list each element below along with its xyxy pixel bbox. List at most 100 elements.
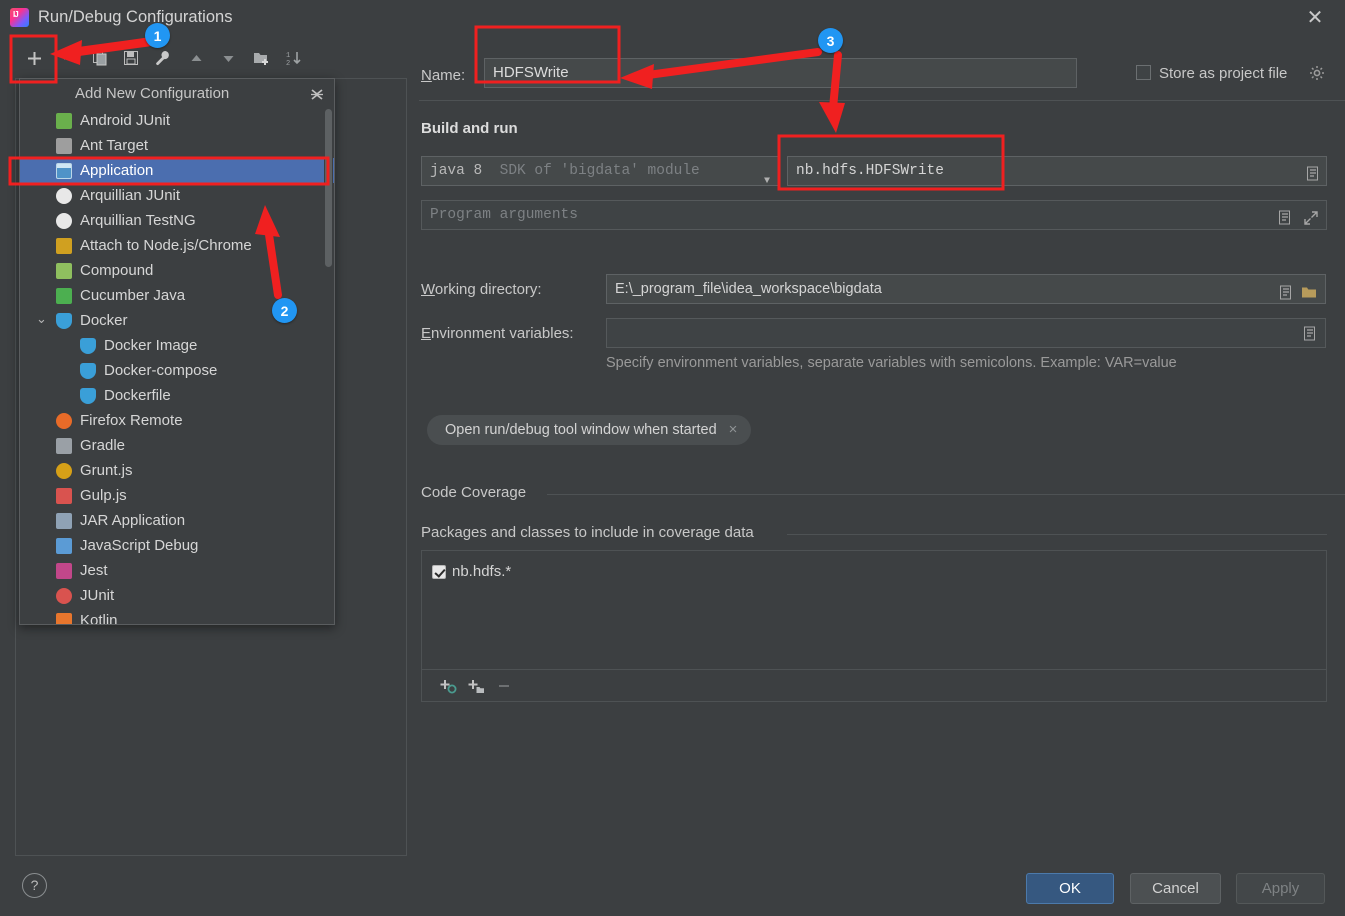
copy-configuration-button[interactable] — [86, 42, 114, 74]
configuration-type-label: Docker-compose — [104, 362, 218, 379]
apply-button[interactable]: Apply — [1236, 873, 1325, 904]
list-item[interactable]: nb.hdfs.* — [432, 563, 511, 580]
coverage-toolbar — [421, 670, 1327, 702]
cancel-button[interactable]: Cancel — [1130, 873, 1221, 904]
configuration-type-item[interactable]: Ant Target — [20, 133, 334, 158]
ant-icon — [56, 137, 72, 154]
chevron-down-icon[interactable]: ▼ — [764, 168, 770, 196]
chevron-down-icon[interactable]: ⌄ — [36, 312, 47, 326]
configuration-type-label: Gradle — [80, 437, 126, 454]
store-as-project-file-checkbox[interactable] — [1136, 65, 1151, 80]
configuration-type-item[interactable]: Application — [20, 158, 334, 183]
expand-field-icon[interactable] — [1306, 164, 1320, 181]
configuration-type-item[interactable]: Gulp.js — [20, 483, 334, 508]
option-chip-open-tool-window[interactable]: Open run/debug tool window when started … — [427, 415, 752, 445]
kotlin-icon — [56, 612, 72, 624]
ok-button[interactable]: OK — [1026, 873, 1114, 904]
configuration-type-label: Arquillian JUnit — [80, 187, 181, 204]
configuration-type-label: JavaScript Debug — [80, 537, 199, 554]
configuration-type-item[interactable]: Jest — [20, 558, 334, 583]
coverage-entry-checkbox[interactable] — [432, 564, 446, 579]
insert-macro-icon[interactable] — [1278, 208, 1292, 225]
configuration-type-label: Dockerfile — [104, 387, 171, 404]
packages-separator — [787, 534, 1327, 535]
configuration-type-item[interactable]: Docker-compose — [20, 358, 334, 383]
add-new-configuration-popup[interactable]: Add New Configuration Android JUnit Ant T… — [19, 78, 335, 625]
svg-text:1: 1 — [286, 52, 290, 60]
arquillian-icon — [56, 187, 72, 204]
program-arguments-input[interactable]: Program arguments — [421, 200, 1327, 230]
configuration-type-label: Jest — [80, 562, 108, 579]
insert-macro-icon[interactable] — [1279, 282, 1293, 300]
configuration-type-list[interactable]: Android JUnit Ant Target Application Arquil… — [20, 108, 334, 624]
configuration-type-item[interactable]: Gradle — [20, 433, 334, 458]
configuration-type-label: JAR Application — [80, 512, 186, 529]
configuration-type-item[interactable]: Docker Image — [20, 333, 334, 358]
title-bar: IJ Run/Debug Configurations ✕ — [0, 0, 1345, 36]
configuration-type-item[interactable]: Kotlin — [20, 608, 334, 624]
program-arguments-placeholder: Program arguments — [430, 207, 578, 223]
close-icon[interactable]: × — [729, 415, 738, 445]
popup-scrollbar[interactable] — [324, 109, 333, 624]
collapse-all-icon[interactable] — [308, 84, 328, 104]
popup-scrollbar-thumb[interactable] — [325, 109, 332, 267]
gradle-icon — [56, 437, 72, 454]
arrow-down-icon[interactable] — [214, 42, 242, 74]
configuration-type-item[interactable]: Grunt.js — [20, 458, 334, 483]
docker-icon — [80, 387, 96, 404]
configuration-type-label: Compound — [80, 262, 154, 279]
main-class-input[interactable]: nb.hdfs.HDFSWrite — [787, 156, 1327, 186]
configuration-type-item[interactable]: Android JUnit — [20, 108, 334, 133]
window-title: Run/Debug Configurations — [38, 8, 233, 26]
configuration-type-label: Gulp.js — [80, 487, 127, 504]
junit-icon — [56, 587, 72, 604]
edit-env-vars-icon[interactable] — [1303, 326, 1317, 342]
annotation-badge-1: 1 — [145, 23, 170, 48]
jar-icon — [56, 512, 72, 529]
build-and-run-header: Build and run — [421, 120, 518, 137]
configuration-type-item[interactable]: Dockerfile — [20, 383, 334, 408]
coverage-entries-list[interactable]: nb.hdfs.* — [421, 550, 1327, 670]
compound-icon — [56, 262, 72, 279]
sort-az-icon[interactable]: 12 — [280, 42, 308, 74]
docker-icon — [80, 337, 96, 354]
environment-variables-hint: Specify environment variables, separate … — [606, 355, 1177, 371]
gear-icon[interactable] — [1309, 65, 1325, 81]
environment-variables-input[interactable] — [606, 318, 1326, 348]
working-directory-input[interactable]: E:\_program_file\idea_workspace\bigdata — [606, 274, 1326, 304]
arrow-up-icon[interactable] — [182, 42, 210, 74]
browse-folder-icon[interactable] — [1301, 282, 1317, 298]
expand-editor-icon[interactable] — [1304, 208, 1318, 225]
configuration-type-label: Docker — [80, 312, 128, 329]
configuration-type-item[interactable]: JUnit — [20, 583, 334, 608]
js-debug-icon — [56, 537, 72, 554]
close-icon[interactable]: ✕ — [1301, 6, 1329, 30]
coverage-entry-label: nb.hdfs.* — [452, 563, 512, 580]
remove-configuration-button[interactable] — [56, 42, 84, 74]
configuration-type-label: Attach to Node.js/Chrome — [80, 237, 252, 254]
configuration-type-item[interactable]: Arquillian JUnit — [20, 183, 334, 208]
folder-add-icon[interactable] — [248, 42, 276, 74]
configuration-type-item[interactable]: Firefox Remote — [20, 408, 334, 433]
configuration-type-item[interactable]: Attach to Node.js/Chrome — [20, 233, 334, 258]
add-class-icon[interactable] — [434, 674, 462, 698]
save-configuration-button[interactable] — [117, 42, 145, 74]
configuration-type-item[interactable]: JAR Application — [20, 508, 334, 533]
annotation-badge-2: 2 — [272, 298, 297, 323]
application-icon — [56, 162, 72, 179]
configuration-type-label: Application — [80, 162, 154, 179]
configuration-detail-panel: Name: HDFSWrite Store as project file Bu… — [419, 36, 1345, 836]
name-input[interactable]: HDFSWrite — [484, 58, 1077, 88]
add-package-icon[interactable] — [462, 674, 490, 698]
configuration-type-item[interactable]: Compound — [20, 258, 334, 283]
jre-select[interactable]: java 8 SDK of 'bigdata' module ▼ — [421, 156, 779, 187]
configuration-type-item[interactable]: JavaScript Debug — [20, 533, 334, 558]
chip-label: Open run/debug tool window when started — [445, 422, 717, 438]
configuration-type-item[interactable]: Arquillian TestNG — [20, 208, 334, 233]
configuration-type-label: JUnit — [80, 587, 115, 604]
add-configuration-button[interactable] — [20, 42, 48, 74]
help-button[interactable]: ? — [22, 873, 47, 898]
name-label: Name: — [421, 67, 466, 84]
annotation-badge-3: 3 — [818, 28, 843, 53]
configuration-type-label: Grunt.js — [80, 462, 133, 479]
